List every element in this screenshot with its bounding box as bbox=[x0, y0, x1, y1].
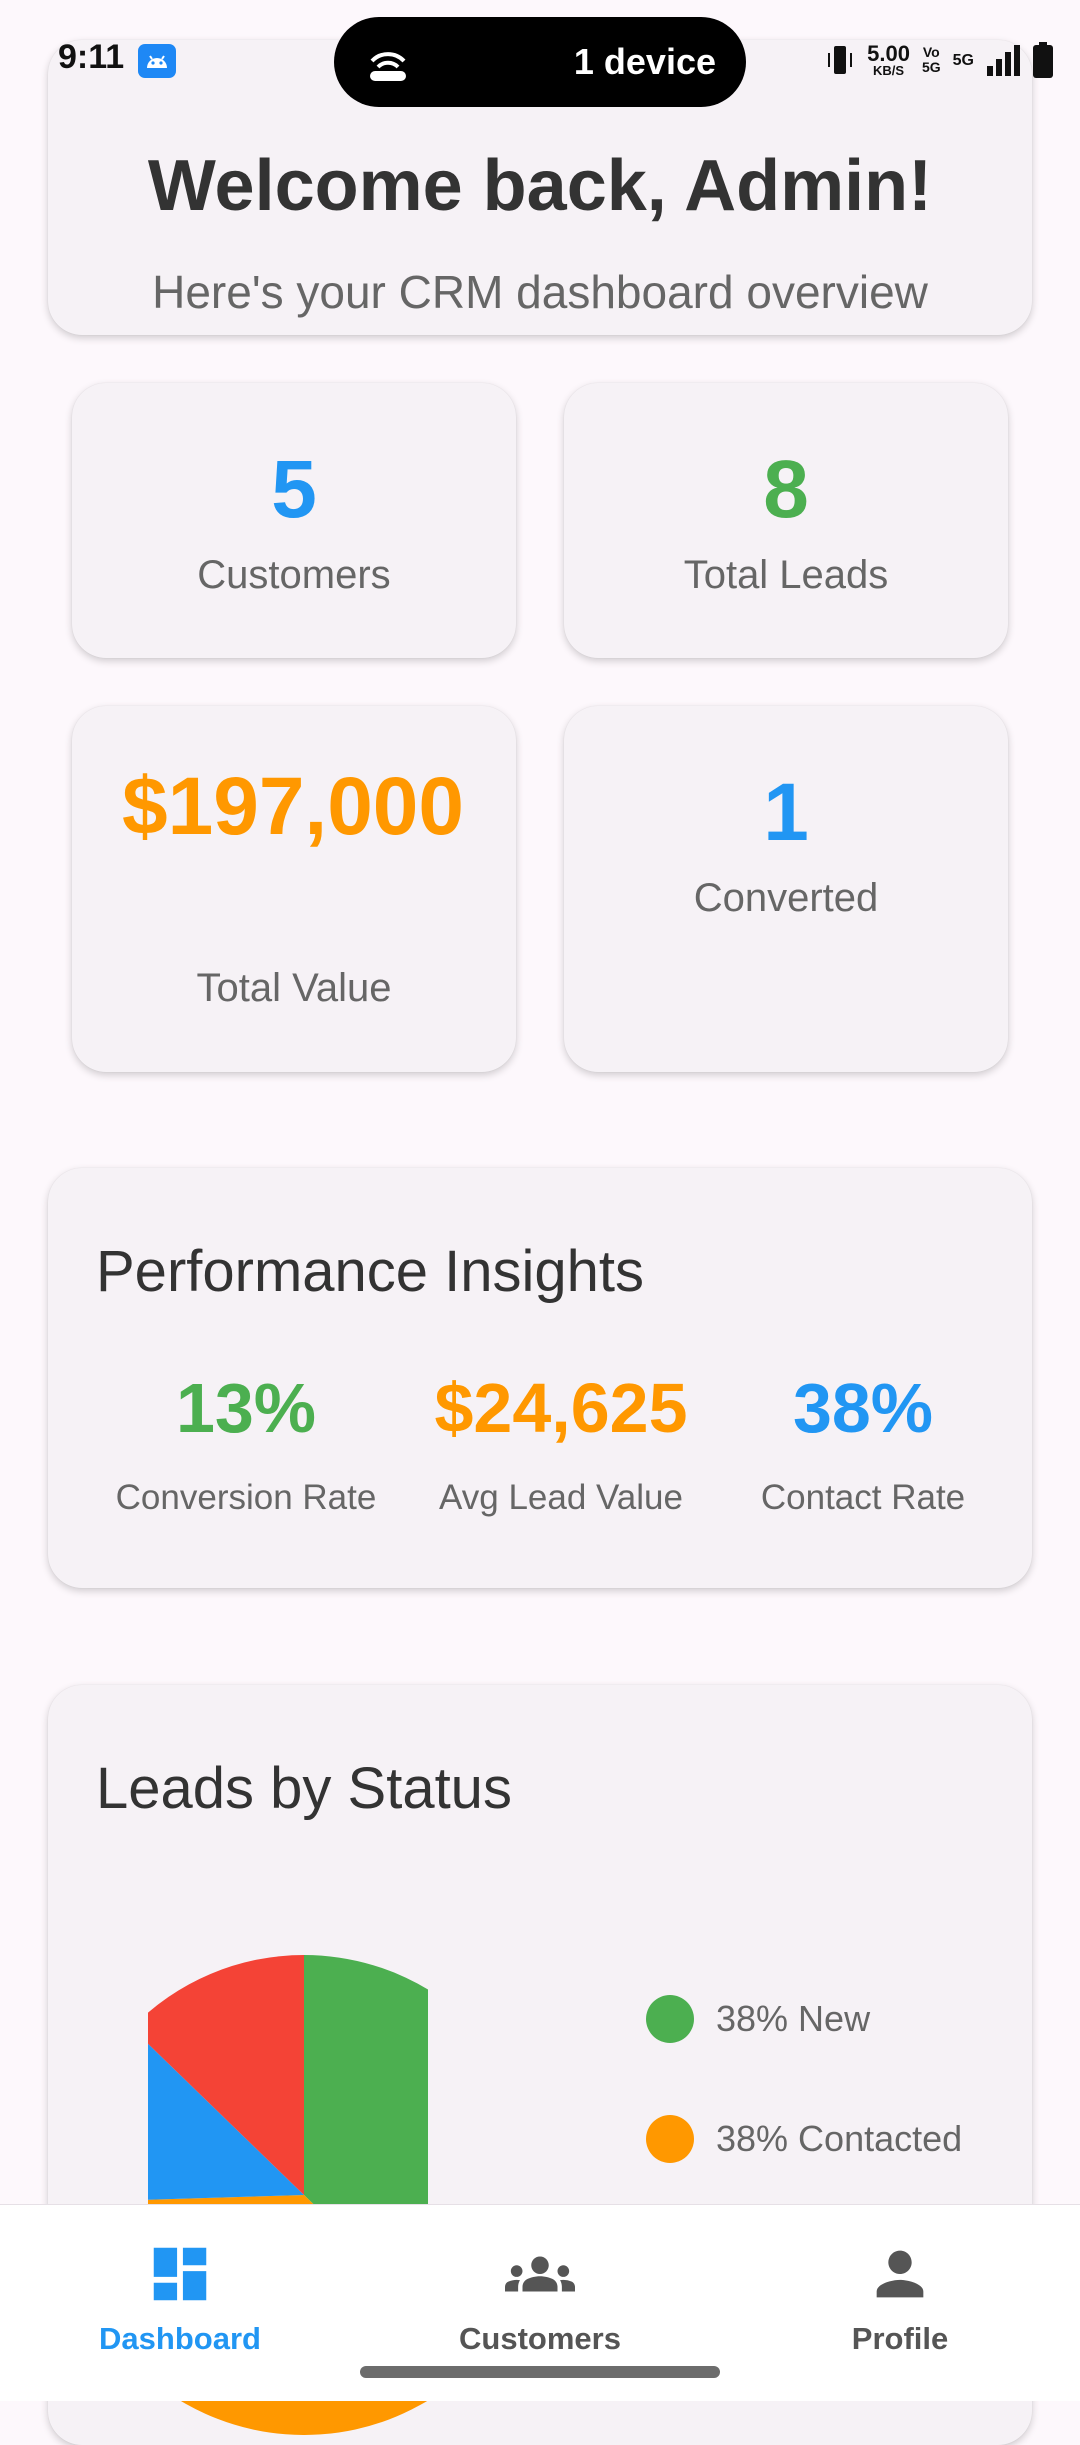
contact-rate-label: Contact Rate bbox=[760, 1478, 966, 1517]
total-leads-count: 8 bbox=[763, 444, 809, 535]
legend-dot-new bbox=[646, 1995, 694, 2043]
signal-icon bbox=[987, 45, 1020, 76]
nav-dashboard-label: Dashboard bbox=[99, 2321, 261, 2356]
legend-item-new: 38% New bbox=[646, 1995, 870, 2043]
customers-label: Customers bbox=[197, 553, 391, 597]
avg-lead-value-metric: $24,625 Avg Lead Value bbox=[408, 1368, 714, 1518]
avg-lead-value: $24,625 bbox=[434, 1369, 688, 1447]
volte-indicator: Vo 5G bbox=[921, 44, 941, 75]
contact-rate-metric: 38% Contact Rate bbox=[728, 1368, 998, 1518]
legend-dot-contacted bbox=[646, 2115, 694, 2163]
avg-lead-value-label: Avg Lead Value bbox=[439, 1478, 683, 1517]
conversion-rate-value: 13% bbox=[175, 1369, 317, 1447]
leads-status-title: Leads by Status bbox=[96, 1756, 512, 1821]
system-icons: 5.00 KB/S Vo 5G 5G bbox=[825, 40, 1054, 80]
customers-stat-card[interactable]: 5 Customers bbox=[72, 383, 516, 658]
legend-item-contacted: 38% Contacted bbox=[646, 2115, 962, 2163]
network-speed: 5.00 KB/S bbox=[867, 40, 910, 78]
customers-count: 5 bbox=[271, 444, 317, 535]
status-bar: 9:11 1 device 5.00 KB/S Vo 5G 5G bbox=[0, 0, 1080, 120]
total-value-amount: $197,000 bbox=[122, 761, 465, 852]
nav-profile[interactable]: Profile bbox=[720, 2225, 1080, 2357]
vibrate-icon bbox=[828, 46, 853, 74]
person-icon bbox=[876, 2250, 924, 2298]
network-type: 5G bbox=[952, 51, 974, 69]
welcome-title: Welcome back, Admin! bbox=[147, 146, 933, 226]
hotspot-device-count: 1 device bbox=[573, 41, 716, 82]
android-notification-icon bbox=[138, 44, 176, 78]
converted-label: Converted bbox=[693, 876, 879, 920]
battery-icon bbox=[1033, 42, 1053, 78]
conversion-rate-metric: 13% Conversion Rate bbox=[108, 1368, 384, 1518]
converted-stat-card[interactable]: 1 Converted bbox=[564, 706, 1008, 1072]
legend-label-contacted: 38% Contacted bbox=[716, 2118, 963, 2159]
status-time: 9:11 bbox=[58, 38, 125, 76]
total-leads-stat-card[interactable]: 8 Total Leads bbox=[564, 383, 1008, 658]
total-value-stat-card[interactable]: $197,000 Total Value bbox=[72, 706, 516, 1072]
nav-customers-label: Customers bbox=[459, 2321, 621, 2356]
conversion-rate-label: Conversion Rate bbox=[115, 1478, 377, 1517]
nav-customers[interactable]: Customers bbox=[360, 2225, 720, 2357]
people-icon bbox=[505, 2256, 575, 2292]
performance-insights-card: Performance Insights 13% Conversion Rate… bbox=[48, 1168, 1032, 1588]
total-value-label: Total Value bbox=[196, 966, 392, 1010]
legend-label-new: 38% New bbox=[716, 1998, 871, 2039]
contact-rate-value: 38% bbox=[792, 1369, 934, 1447]
hotspot-pill[interactable]: 1 device bbox=[334, 17, 746, 107]
welcome-subtitle: Here's your CRM dashboard overview bbox=[152, 266, 928, 318]
total-leads-label: Total Leads bbox=[683, 553, 889, 597]
nav-profile-label: Profile bbox=[851, 2321, 949, 2356]
nav-dashboard[interactable]: Dashboard bbox=[0, 2225, 360, 2357]
hotspot-icon bbox=[370, 52, 406, 81]
home-gesture-bar[interactable] bbox=[360, 2366, 720, 2378]
converted-count: 1 bbox=[763, 767, 809, 858]
dashboard-icon bbox=[153, 2247, 207, 2301]
insights-title: Performance Insights bbox=[96, 1239, 645, 1304]
